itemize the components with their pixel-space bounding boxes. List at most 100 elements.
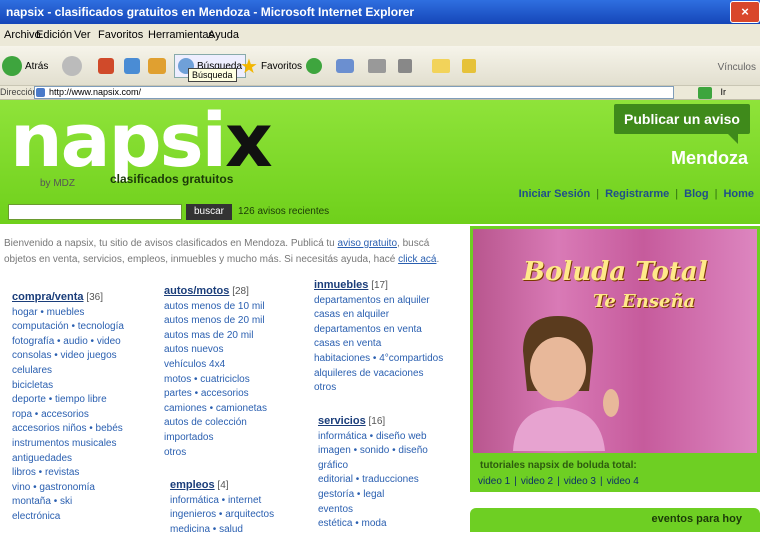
category-link[interactable]: autos menos de 10 mil: [164, 300, 267, 315]
tagline: clasificados gratuitos: [110, 172, 234, 186]
category-title[interactable]: compra/venta: [12, 291, 84, 303]
category-heading[interactable]: autos/motos [28]: [164, 284, 267, 300]
category-heading[interactable]: compra/venta [36]: [12, 290, 124, 306]
category-link[interactable]: ingenieros • arquitectos: [170, 508, 274, 523]
category-link[interactable]: celulares: [12, 364, 124, 379]
nav-register[interactable]: Registrarme: [605, 188, 669, 200]
home-icon: [148, 58, 166, 74]
back-button[interactable]: Atrás: [2, 54, 48, 78]
category-link[interactable]: electrónica: [12, 510, 124, 525]
category-link[interactable]: autos de colección: [164, 416, 267, 431]
category-link[interactable]: instrumentos musicales: [12, 437, 124, 452]
category-link[interactable]: autos nuevos: [164, 343, 267, 358]
category-link[interactable]: autos mas de 20 mil: [164, 329, 267, 344]
category-link[interactable]: gráfico: [318, 459, 428, 474]
category-link[interactable]: departamentos en alquiler: [314, 294, 443, 309]
category-link[interactable]: antiguedades: [12, 452, 124, 467]
category-link[interactable]: partes • accesorios: [164, 387, 267, 402]
recent-count[interactable]: 126 avisos recientes: [238, 206, 329, 217]
stop-button[interactable]: [98, 54, 114, 78]
menu-ayuda[interactable]: Ayuda: [208, 29, 239, 41]
category-title[interactable]: inmuebles: [314, 279, 368, 291]
category-link[interactable]: departamentos en venta: [314, 323, 443, 338]
video-1-link[interactable]: video 1: [478, 476, 510, 487]
category-heading[interactable]: inmuebles [17]: [314, 278, 443, 294]
star-icon: ★: [240, 55, 258, 78]
category-link[interactable]: motos • cuatriciclos: [164, 373, 267, 388]
category-count: [17]: [371, 280, 388, 291]
category-link[interactable]: alquileres de vacaciones: [314, 367, 443, 382]
home-button[interactable]: [148, 54, 166, 78]
category-link[interactable]: deporte • tiempo libre: [12, 393, 124, 408]
category-link[interactable]: medicina • salud: [170, 523, 274, 537]
refresh-button[interactable]: [124, 54, 140, 78]
video-3-link[interactable]: video 3: [564, 476, 596, 487]
napsix-logo[interactable]: napsix: [10, 104, 273, 178]
go-label[interactable]: Ir: [721, 87, 727, 97]
folder-button[interactable]: [432, 54, 450, 78]
close-button[interactable]: ×: [730, 1, 760, 23]
category-link[interactable]: vehículos 4x4: [164, 358, 267, 373]
search-button[interactable]: buscar: [186, 204, 232, 220]
category-link[interactable]: otros: [314, 381, 443, 396]
forward-button[interactable]: [62, 54, 82, 78]
mail-button[interactable]: [336, 54, 354, 78]
category-link[interactable]: accesorios niños • bebés: [12, 422, 124, 437]
category-link[interactable]: informática • internet: [170, 494, 274, 509]
category-link[interactable]: importados: [164, 431, 267, 446]
menu-favoritos[interactable]: Favoritos: [98, 29, 143, 41]
history-icon: [306, 58, 322, 74]
category-link[interactable]: bicicletas: [12, 379, 124, 394]
category-link[interactable]: gestoría • legal: [318, 488, 428, 503]
menu-edicion[interactable]: Edición: [36, 29, 72, 41]
nav-login[interactable]: Iniciar Sesión: [519, 188, 591, 200]
category-link[interactable]: montaña • ski: [12, 495, 124, 510]
category-heading[interactable]: servicios [16]: [318, 414, 428, 430]
category-link[interactable]: camiones • camionetas: [164, 402, 267, 417]
boluda-total-banner[interactable]: Boluda Total Te Enseña: [470, 226, 760, 456]
category-link[interactable]: computación • tecnología: [12, 320, 124, 335]
category-link[interactable]: informática • diseño web: [318, 430, 428, 445]
favorites-button[interactable]: ★ Favoritos: [240, 54, 302, 78]
menu-herramientas[interactable]: Herramientas: [148, 29, 214, 41]
messenger-button[interactable]: [462, 54, 476, 78]
edit-button[interactable]: [398, 54, 412, 78]
category-title[interactable]: autos/motos: [164, 285, 229, 297]
back-label: Atrás: [25, 60, 49, 72]
category-title[interactable]: servicios: [318, 415, 366, 427]
category-link[interactable]: estética • moda: [318, 517, 428, 532]
free-ad-link[interactable]: aviso gratuito: [338, 238, 397, 249]
help-link[interactable]: click acá: [398, 254, 436, 265]
presenter-image: [513, 316, 619, 451]
category-link[interactable]: consolas • video juegos: [12, 349, 124, 364]
category-link[interactable]: imagen • sonido • diseño: [318, 444, 428, 459]
print-button[interactable]: [368, 54, 386, 78]
category-link[interactable]: ropa • accesorios: [12, 408, 124, 423]
category-link[interactable]: libros • revistas: [12, 466, 124, 481]
nav-blog[interactable]: Blog: [684, 188, 708, 200]
go-button[interactable]: [698, 87, 712, 99]
category-link[interactable]: eventos: [318, 503, 428, 518]
category-link[interactable]: editorial • traducciones: [318, 473, 428, 488]
category-heading[interactable]: empleos [4]: [170, 478, 274, 494]
category-link[interactable]: casas en alquiler: [314, 308, 443, 323]
by-mdz: by MDZ: [40, 178, 75, 189]
links-label[interactable]: Vínculos: [718, 62, 756, 73]
history-button[interactable]: [306, 54, 322, 78]
messenger-icon: [462, 59, 476, 73]
category-link[interactable]: vino • gastronomía: [12, 481, 124, 496]
category-link[interactable]: otros: [164, 446, 267, 461]
category-link[interactable]: autos menos de 20 mil: [164, 314, 267, 329]
category-title[interactable]: empleos: [170, 479, 215, 491]
menu-ver[interactable]: Ver: [74, 29, 91, 41]
search-input[interactable]: [8, 204, 182, 220]
video-2-link[interactable]: video 2: [521, 476, 553, 487]
category-link[interactable]: hogar • muebles: [12, 306, 124, 321]
category-link[interactable]: fotografía • audio • video: [12, 335, 124, 350]
category-link[interactable]: habitaciones • 4°compartidos: [314, 352, 443, 367]
video-4-link[interactable]: video 4: [607, 476, 639, 487]
nav-home[interactable]: Home: [723, 188, 754, 200]
publish-button[interactable]: Publicar un aviso: [614, 104, 750, 144]
edit-icon: [398, 59, 412, 73]
category-link[interactable]: casas en venta: [314, 337, 443, 352]
